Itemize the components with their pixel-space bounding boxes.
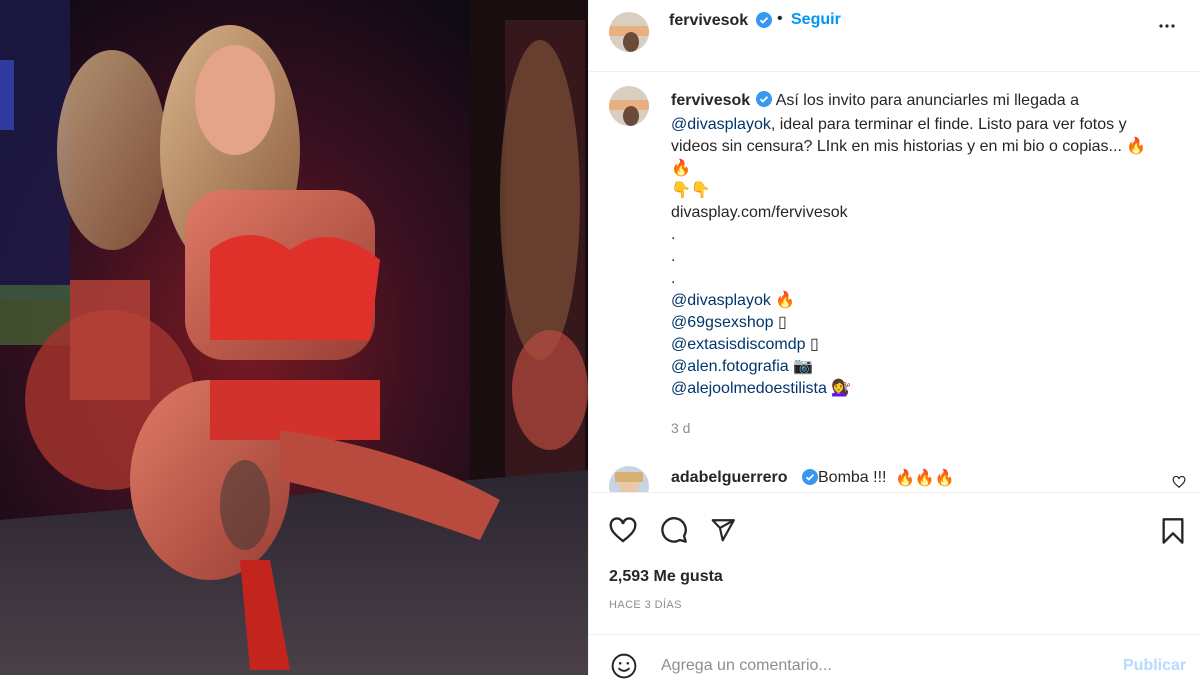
mention-emoji: 🔥 [775,292,796,309]
comment-icon[interactable] [660,516,688,549]
caption-avatar[interactable] [609,86,649,126]
avatar-image [609,12,649,52]
verified-badge-icon [802,469,818,490]
send-icon[interactable] [709,517,737,548]
heart-icon[interactable] [609,517,637,548]
mention-emoji: ▯ [777,314,787,331]
fire-emoji: 🔥 [1126,138,1147,155]
comment-username[interactable]: adabelguerrero [671,469,787,487]
emoji-smiley-icon[interactable] [611,653,637,684]
more-options-icon[interactable] [1155,14,1179,43]
caption-link: divasplay.com/fervivesok [671,204,848,221]
avatar-image [609,466,649,492]
comment-emojis: 🔥🔥🔥 [895,470,955,487]
caption-mention[interactable]: @divasplayok [671,292,771,309]
header-username[interactable]: fervivesok [669,12,748,30]
likes-count[interactable]: 2,593 Me gusta [609,568,723,586]
caption-mention[interactable]: @extasisdiscomdp [671,336,806,353]
avatar[interactable] [609,12,649,52]
caption-mention[interactable]: @alen.fotografia [671,358,789,375]
caption-mention[interactable]: @alejoolmedoestilista [671,380,827,397]
publish-button[interactable]: Publicar [1123,657,1186,675]
fire-emoji: 🔥 [671,160,691,177]
post-photo[interactable] [0,0,588,675]
comment-row: adabelguerrero Bomba !!! 🔥🔥🔥 [589,464,1200,492]
verified-badge-icon [756,91,773,114]
caption-age[interactable]: 3 d [671,420,690,436]
mention-emoji: ▯ [809,336,819,353]
comment-text: Bomba !!! [818,469,887,486]
mention-emoji: 📷 [793,358,814,375]
post-caption: fervivesok Así los invito para anunciarl… [671,90,1171,400]
post-photo-image [0,0,588,675]
pointing-down-emoji: 👇👇 [671,182,711,199]
caption-username[interactable]: fervivesok [671,92,750,109]
bookmark-icon[interactable] [1161,517,1185,550]
caption-mention-divasplayok[interactable]: @divasplayok [671,116,771,133]
caption-dot: . [671,226,676,243]
post-sidebar: fervivesok • Seguir fervivesok Así los i… [588,0,1200,679]
comments-area: fervivesok Así los invito para anunciarl… [589,72,1200,492]
separator-dot: • [777,10,783,27]
verified-badge-icon [756,12,772,33]
caption-line-3: videos sin censura? LInk en mis historia… [671,138,1122,155]
caption-line-2: , ideal para terminar el finde. Listo pa… [770,116,1127,133]
caption-dot: . [671,248,676,265]
caption-dot: . [671,270,676,287]
mention-emoji: 💇‍♀️ [831,380,852,397]
small-heart-icon[interactable] [1172,475,1186,492]
caption-mention[interactable]: @69gsexshop [671,314,774,331]
add-comment-bar: Publicar [589,634,1200,679]
post-time-ago[interactable]: HACE 3 DÍAS [609,599,682,611]
follow-button[interactable]: Seguir [791,11,841,29]
add-comment-input[interactable] [659,653,1103,679]
comment-avatar[interactable] [609,466,649,492]
post-header: fervivesok • Seguir [589,0,1200,72]
caption-line-1: Así los invito para anunciarles mi llega… [775,92,1080,109]
avatar-image [609,86,649,126]
